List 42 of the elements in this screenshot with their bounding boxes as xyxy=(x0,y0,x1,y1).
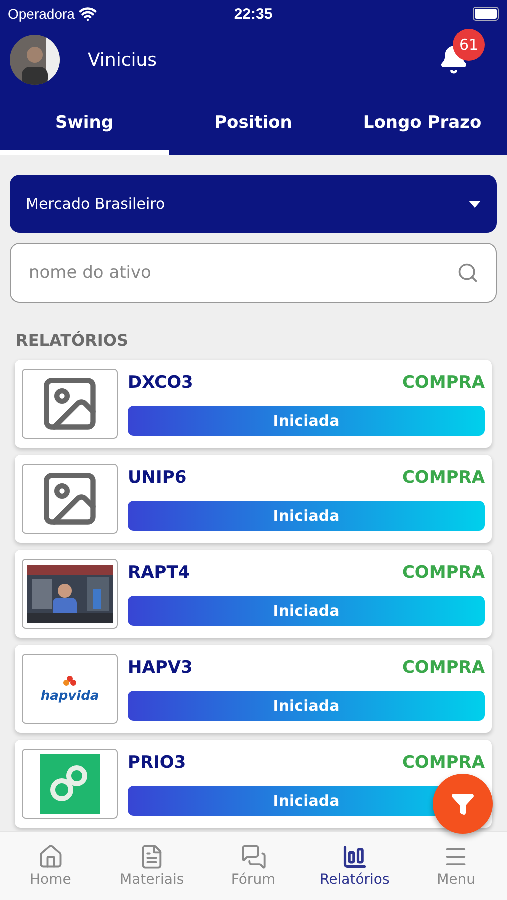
ticker: HAPV3 xyxy=(128,658,193,678)
tab[interactable]: Longo Prazo xyxy=(338,92,507,155)
ticker: PRIO3 xyxy=(128,752,186,772)
ticker: DXCO3 xyxy=(128,372,194,392)
section-title: RELATÓRIOS xyxy=(16,331,130,350)
report-card[interactable]: hapvida HAPV3 COMPRA Iniciada xyxy=(15,645,492,733)
tab[interactable]: Swing xyxy=(0,92,169,155)
logo-text: hapvida xyxy=(40,688,100,704)
carrier-name: Operadora xyxy=(8,6,75,22)
clock-time: 22:35 xyxy=(234,6,273,22)
status-bar: Iniciada xyxy=(128,500,485,530)
notification-count: 61 xyxy=(453,29,485,61)
loop-logo-icon xyxy=(40,754,100,814)
home-icon xyxy=(38,844,64,870)
report-card[interactable]: UNIP6 COMPRA Iniciada xyxy=(15,455,492,543)
flower-icon xyxy=(63,674,77,688)
avatar[interactable] xyxy=(10,35,60,85)
status-bar: Iniciada xyxy=(128,406,485,436)
caret-icon xyxy=(469,200,481,208)
signal-label: COMPRA xyxy=(402,752,485,772)
tab[interactable]: Position xyxy=(169,92,338,155)
market-dropdown[interactable]: Mercado Brasileiro xyxy=(10,175,497,233)
search-field[interactable]: nome do ativo xyxy=(10,243,497,303)
filter-icon xyxy=(451,792,475,816)
search-icon xyxy=(457,262,479,284)
status-bar: Iniciada xyxy=(128,690,485,720)
battery-icon xyxy=(473,7,499,21)
user-name: Vinicius xyxy=(88,50,158,70)
report-card[interactable]: RAPT4 COMPRA Iniciada xyxy=(15,550,492,638)
ticker: UNIP6 xyxy=(128,468,187,488)
chart-icon xyxy=(342,844,368,870)
signal-label: COMPRA xyxy=(402,562,485,582)
signal-label: COMPRA xyxy=(402,468,485,488)
chat-icon xyxy=(240,844,267,870)
ticker: RAPT4 xyxy=(128,562,190,582)
status-bar: Iniciada xyxy=(128,596,485,626)
report-card[interactable]: DXCO3 COMPRA Iniciada xyxy=(15,360,492,448)
wifi-icon xyxy=(78,5,97,23)
report-card[interactable]: PRIO3 COMPRA Iniciada xyxy=(15,740,492,828)
nav-item[interactable]: Relatórios xyxy=(304,832,406,900)
signal-label: COMPRA xyxy=(402,372,485,392)
signal-label: COMPRA xyxy=(402,658,485,678)
